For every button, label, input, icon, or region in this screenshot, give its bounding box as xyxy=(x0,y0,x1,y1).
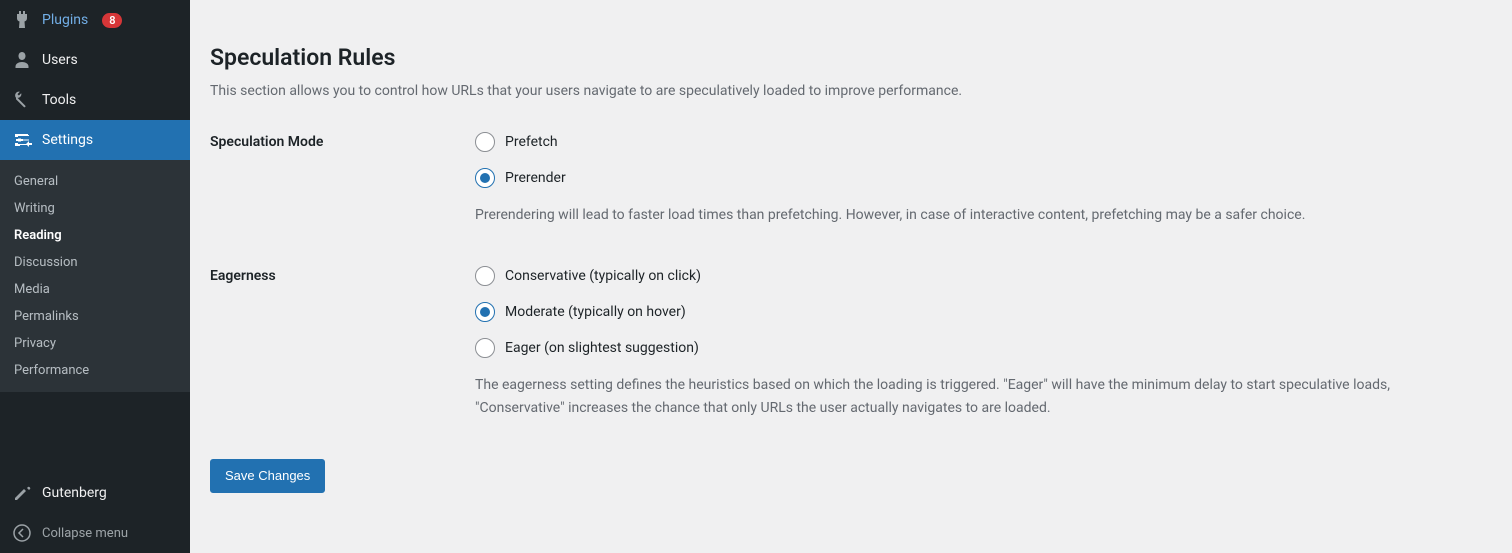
sidebar-item-gutenberg[interactable]: Gutenberg xyxy=(0,473,190,513)
sidebar-item-settings[interactable]: Settings xyxy=(0,120,190,160)
eagerness-row: Eagerness Conservative (typically on cli… xyxy=(210,266,1492,419)
speculation-mode-row: Speculation Mode Prefetch Prerender Prer… xyxy=(210,132,1492,226)
submenu-item-discussion[interactable]: Discussion xyxy=(0,249,190,276)
sidebar-item-plugins[interactable]: Plugins 8 xyxy=(0,0,190,40)
plugins-icon xyxy=(12,10,32,30)
speculation-mode-label: Speculation Mode xyxy=(210,132,475,226)
eagerness-help-text: The eagerness setting defines the heuris… xyxy=(475,374,1435,419)
collapse-icon xyxy=(12,523,32,543)
mode-prerender-radio[interactable] xyxy=(475,168,495,188)
sidebar-item-tools[interactable]: Tools xyxy=(0,80,190,120)
submenu-item-general[interactable]: General xyxy=(0,168,190,195)
sidebar-item-label: Tools xyxy=(42,92,76,108)
eagerness-conservative-label[interactable]: Conservative (typically on click) xyxy=(505,268,701,284)
eagerness-eager-label[interactable]: Eager (on slightest suggestion) xyxy=(505,340,699,356)
collapse-label: Collapse menu xyxy=(42,526,128,541)
submenu-item-reading[interactable]: Reading xyxy=(0,222,190,249)
mode-prefetch-radio[interactable] xyxy=(475,132,495,152)
mode-prefetch-label[interactable]: Prefetch xyxy=(505,134,558,150)
page-description: This section allows you to control how U… xyxy=(210,81,1492,102)
sidebar-item-users[interactable]: Users xyxy=(0,40,190,80)
submenu-item-performance[interactable]: Performance xyxy=(0,357,190,384)
submenu-item-permalinks[interactable]: Permalinks xyxy=(0,303,190,330)
eagerness-moderate-label[interactable]: Moderate (typically on hover) xyxy=(505,304,686,320)
submenu-item-privacy[interactable]: Privacy xyxy=(0,330,190,357)
main-content: Speculation Rules This section allows yo… xyxy=(190,0,1512,553)
tools-icon xyxy=(12,90,32,110)
save-button[interactable]: Save Changes xyxy=(210,459,325,493)
submenu-item-media[interactable]: Media xyxy=(0,276,190,303)
mode-prerender-label[interactable]: Prerender xyxy=(505,170,566,186)
admin-sidebar: Plugins 8 Users Tools Settings General W… xyxy=(0,0,190,553)
submenu-item-writing[interactable]: Writing xyxy=(0,195,190,222)
collapse-menu-button[interactable]: Collapse menu xyxy=(0,513,190,553)
page-title: Speculation Rules xyxy=(210,44,1492,71)
update-badge: 8 xyxy=(102,13,122,28)
sidebar-item-label: Users xyxy=(42,52,78,68)
eagerness-label: Eagerness xyxy=(210,266,475,419)
sidebar-item-label: Gutenberg xyxy=(42,485,107,501)
settings-submenu: General Writing Reading Discussion Media… xyxy=(0,160,190,392)
eagerness-conservative-radio[interactable] xyxy=(475,266,495,286)
gutenberg-icon xyxy=(12,483,32,503)
settings-icon xyxy=(12,130,32,150)
users-icon xyxy=(12,50,32,70)
sidebar-item-label: Settings xyxy=(42,132,93,148)
mode-help-text: Prerendering will lead to faster load ti… xyxy=(475,204,1435,226)
eagerness-moderate-radio[interactable] xyxy=(475,302,495,322)
eagerness-eager-radio[interactable] xyxy=(475,338,495,358)
sidebar-item-label: Plugins xyxy=(42,12,88,28)
